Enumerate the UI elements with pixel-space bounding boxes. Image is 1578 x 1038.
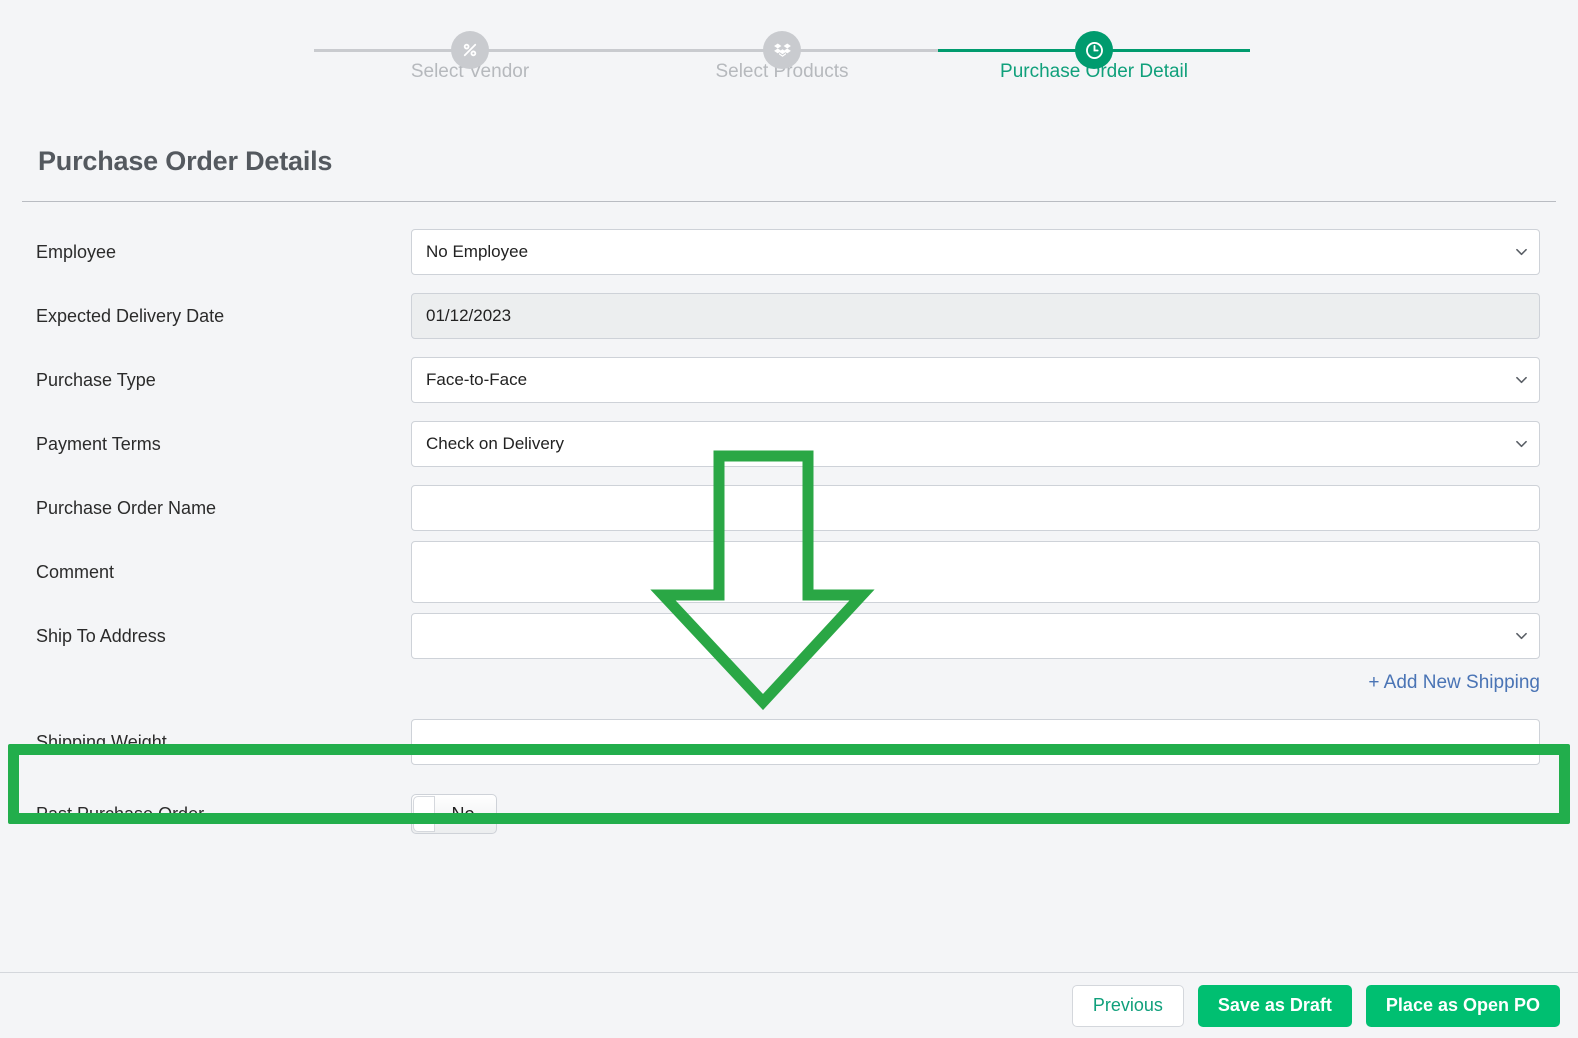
percent-icon <box>451 31 489 69</box>
form-footer: Previous Save as Draft Place as Open PO <box>0 972 1578 1038</box>
form-row-purchase-order-name: Purchase Order Name <box>0 476 1578 540</box>
label-purchase-type: Purchase Type <box>36 369 156 390</box>
purchase-order-name-input[interactable] <box>411 485 1540 531</box>
shipping-weight-input[interactable] <box>411 719 1540 765</box>
step-select-products[interactable]: Select Products <box>626 31 938 82</box>
purchase-type-select[interactable]: Face-to-Face <box>411 357 1540 403</box>
past-purchase-order-toggle[interactable]: No <box>411 794 497 834</box>
add-new-shipping-wrap: + Add New Shipping <box>0 668 1578 702</box>
form-row-ship-to-address: Ship To Address <box>0 604 1578 668</box>
boxes-icon <box>763 31 801 69</box>
place-as-open-po-button[interactable]: Place as Open PO <box>1365 984 1560 1027</box>
ship-to-address-select[interactable] <box>411 613 1540 659</box>
add-new-shipping-link[interactable]: + Add New Shipping <box>1368 672 1540 693</box>
step-select-vendor[interactable]: Select Vendor <box>314 31 626 82</box>
label-payment-terms: Payment Terms <box>36 433 161 454</box>
form-row-shipping-weight: Shipping Weight <box>0 702 1578 782</box>
form-row-past-purchase-order: Past Purchase Order No <box>0 782 1578 846</box>
label-shipping-weight: Shipping Weight <box>36 731 167 752</box>
comment-textarea[interactable] <box>411 541 1540 603</box>
employee-select[interactable]: No Employee <box>411 229 1540 275</box>
form-row-employee: Employee No Employee <box>0 220 1578 284</box>
form-row-expected-delivery-date: Expected Delivery Date 01/12/2023 <box>0 284 1578 348</box>
step-purchase-order-detail[interactable]: Purchase Order Detail <box>938 31 1250 82</box>
save-as-draft-button[interactable]: Save as Draft <box>1197 984 1352 1027</box>
purchase-order-form: Employee No Employee Expected Delivery D… <box>0 202 1578 846</box>
label-expected-delivery-date: Expected Delivery Date <box>36 305 225 326</box>
page-title: Purchase Order Details <box>38 146 333 176</box>
label-comment: Comment <box>36 561 115 582</box>
previous-button[interactable]: Previous <box>1071 984 1184 1027</box>
payment-terms-select[interactable]: Check on Delivery <box>411 421 1540 467</box>
form-row-purchase-type: Purchase Type Face-to-Face <box>0 348 1578 412</box>
stepper-track: Select Vendor Select Products Purchase O… <box>314 31 1250 82</box>
label-purchase-order-name: Purchase Order Name <box>36 497 217 518</box>
label-employee: Employee <box>36 241 117 262</box>
progress-stepper: Select Vendor Select Products Purchase O… <box>0 0 1578 108</box>
clock-icon <box>1075 31 1113 69</box>
toggle-knob <box>413 796 435 832</box>
form-row-payment-terms: Payment Terms Check on Delivery <box>0 412 1578 476</box>
expected-delivery-date-field[interactable]: 01/12/2023 <box>411 293 1540 339</box>
form-row-comment: Comment <box>0 540 1578 604</box>
label-past-purchase-order: Past Purchase Order <box>36 803 205 824</box>
label-ship-to-address: Ship To Address <box>36 625 166 646</box>
